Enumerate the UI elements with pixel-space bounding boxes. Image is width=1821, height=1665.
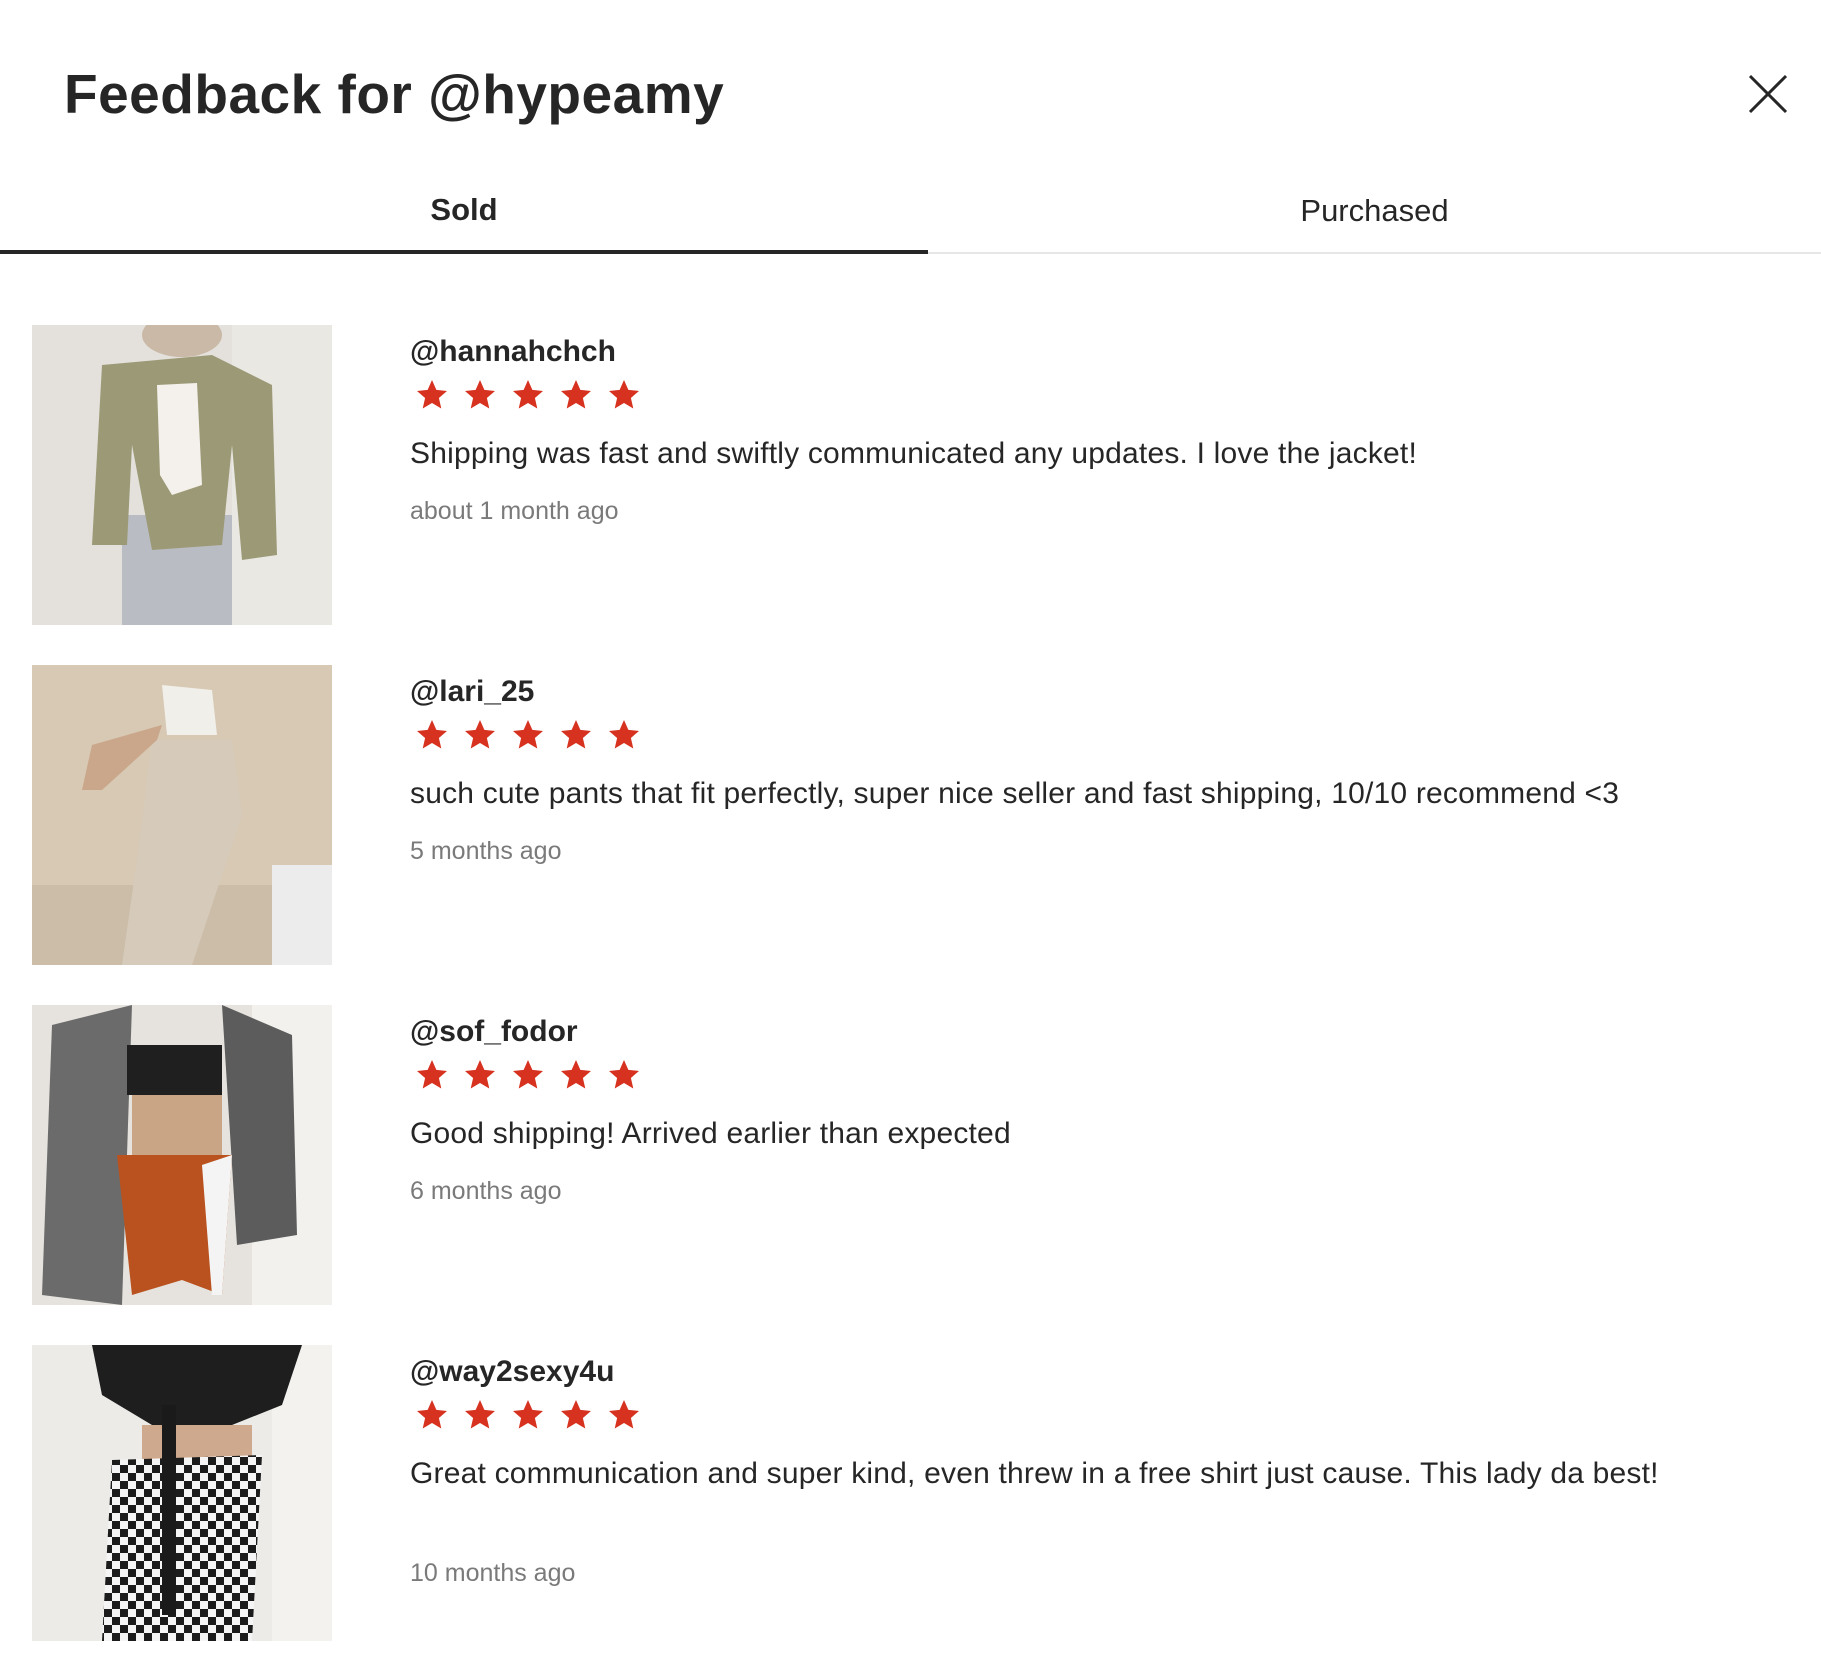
close-icon [1748,74,1788,114]
star-icon [513,380,543,409]
star-rating [414,717,642,753]
review-comment: such cute pants that fit perfectly, supe… [410,777,1620,810]
review-comment: Shipping was fast and swiftly communicat… [410,437,1417,470]
star-icon [561,1060,591,1089]
feedback-item: @way2sexy4u Great communication and supe… [0,1345,1821,1665]
star-icon [417,1400,447,1429]
review-date: 10 months ago [410,1559,576,1587]
star-icon [417,1060,447,1089]
star-icon [465,1060,495,1089]
item-thumbnail[interactable] [32,1345,332,1641]
star-icon [609,1400,639,1429]
star-icon [609,720,639,749]
tab-bar: Sold Purchased [0,170,1821,254]
star-icon [609,380,639,409]
feedback-item: @hannahchch Shipping was fast and swiftl… [0,325,1821,625]
star-rating [414,1397,642,1433]
tab-purchased[interactable]: Purchased [928,170,1821,252]
star-icon [513,1400,543,1429]
star-icon [465,380,495,409]
star-icon [465,1400,495,1429]
review-date: 5 months ago [410,837,562,865]
review-date: about 1 month ago [410,497,619,525]
feedback-item: @lari_25 such cute pants that fit perfec… [0,665,1821,965]
product-photo [32,325,332,625]
star-icon [561,720,591,749]
star-icon [417,720,447,749]
star-icon [417,380,447,409]
page-title: Feedback for @hypeamy [64,63,725,125]
reviewer-username[interactable]: @hannahchch [410,335,616,369]
reviewer-username[interactable]: @sof_fodor [410,1015,578,1049]
review-date: 6 months ago [410,1177,562,1205]
star-icon [513,720,543,749]
item-thumbnail[interactable] [32,665,332,965]
item-thumbnail[interactable] [32,325,332,625]
review-comment: Good shipping! Arrived earlier than expe… [410,1117,1011,1150]
reviewer-username[interactable]: @way2sexy4u [410,1355,614,1389]
star-icon [465,720,495,749]
review-comment: Great communication and super kind, even… [410,1457,1659,1490]
tab-sold[interactable]: Sold [0,170,928,254]
product-photo [32,1005,332,1305]
product-photo [32,665,332,965]
close-button[interactable] [1744,70,1792,118]
product-photo [32,1345,332,1641]
item-thumbnail[interactable] [32,1005,332,1305]
star-rating [414,1057,642,1093]
feedback-item: @sof_fodor Good shipping! Arrived earlie… [0,1005,1821,1305]
star-icon [561,1400,591,1429]
star-icon [609,1060,639,1089]
star-icon [513,1060,543,1089]
reviewer-username[interactable]: @lari_25 [410,675,534,709]
star-icon [561,380,591,409]
modal-header: Feedback for @hypeamy [0,0,1821,170]
star-rating [414,377,642,413]
